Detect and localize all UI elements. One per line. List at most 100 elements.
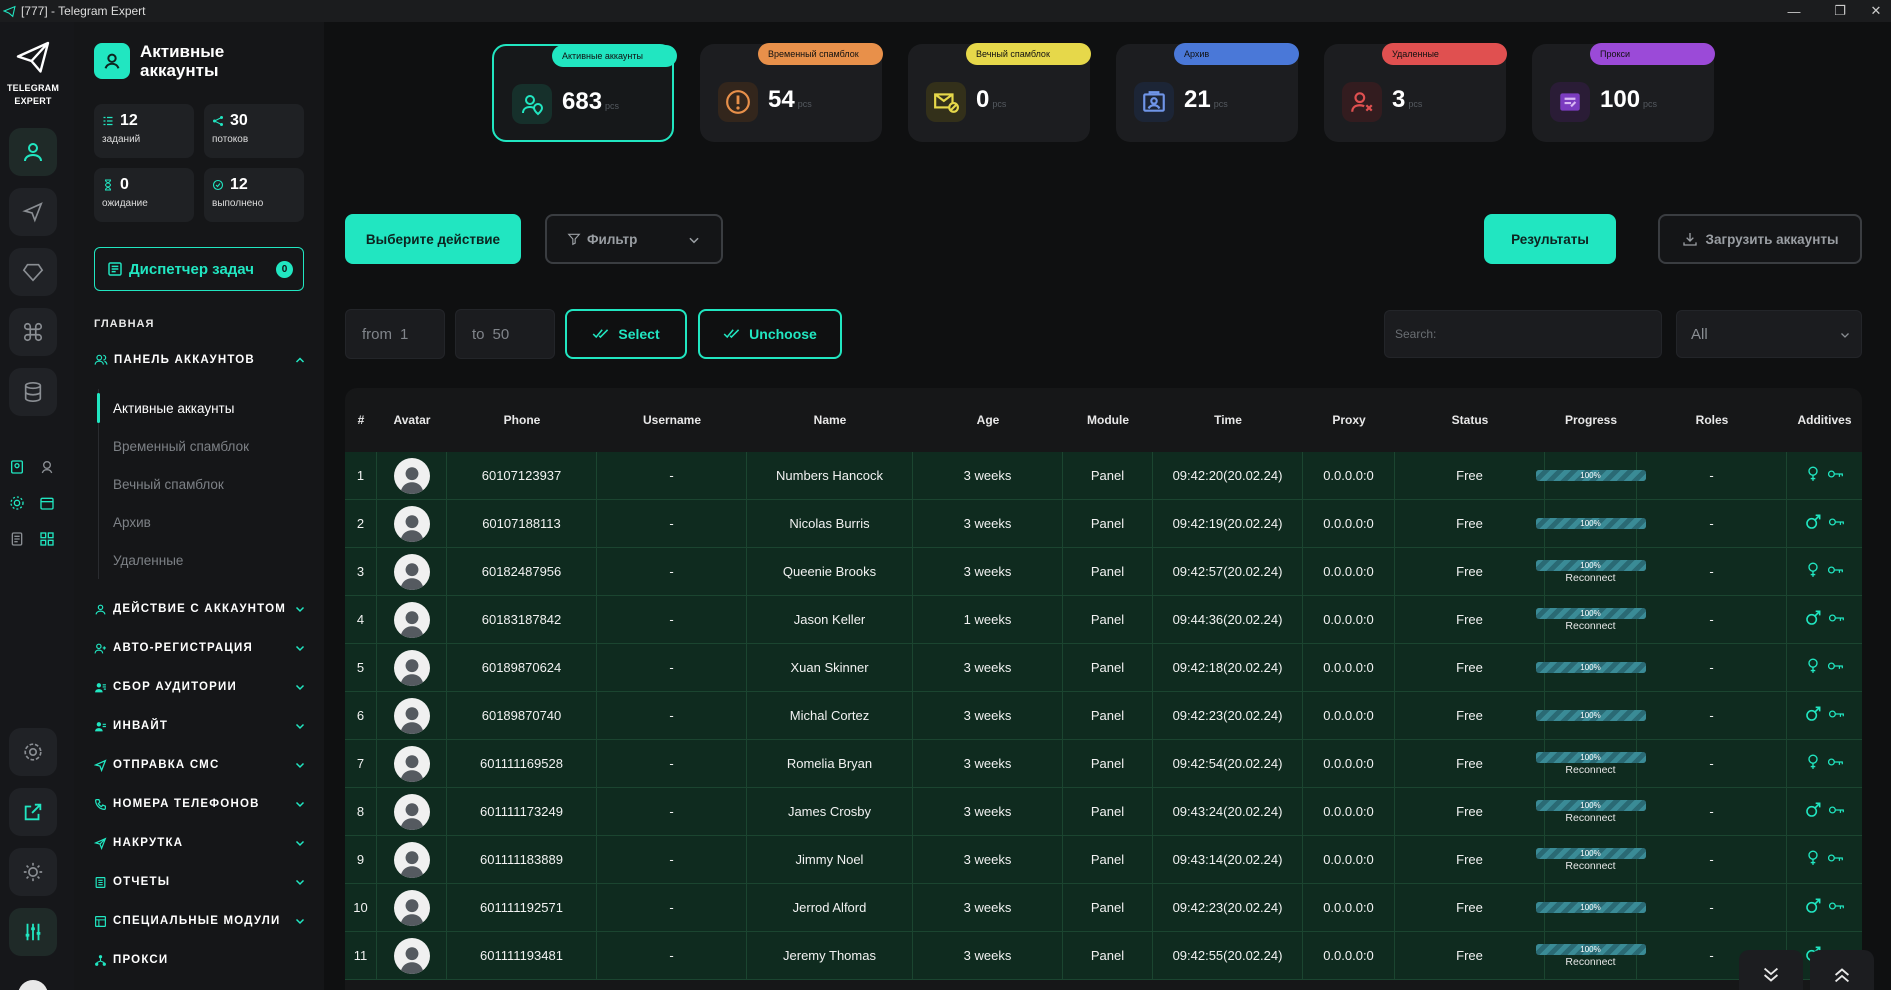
upload-accounts-button[interactable]: Загрузить аккаунты xyxy=(1658,214,1862,264)
card-proxy[interactable]: Прокси 100 pcs xyxy=(1532,43,1715,142)
header-name[interactable]: Name xyxy=(747,413,913,427)
female-icon[interactable] xyxy=(1806,850,1820,869)
results-button[interactable]: Результаты xyxy=(1484,214,1616,264)
nav-group-boost[interactable]: НАКРУТКА xyxy=(94,833,306,853)
male-icon[interactable] xyxy=(1805,514,1821,533)
minimize-button[interactable]: — xyxy=(1774,0,1814,22)
header-additives[interactable]: Additives xyxy=(1787,413,1862,427)
card-deleted[interactable]: Удаленные 3 pcs xyxy=(1324,43,1507,142)
header-username[interactable]: Username xyxy=(597,413,747,427)
header-row-number[interactable]: # xyxy=(345,413,377,427)
header-phone[interactable]: Phone xyxy=(447,413,597,427)
table-row[interactable]: 4 60183187842- Jason Keller 1 weeks Panel 09:… xyxy=(345,595,1862,644)
key-icon[interactable] xyxy=(1828,900,1845,915)
nav-group-special-modules[interactable]: СПЕЦИАЛЬНЫЕ МОДУЛИ xyxy=(94,911,306,931)
table-row[interactable]: 2 60107188113- Nicolas Burris 3 weeks Panel 0… xyxy=(345,499,1862,548)
nav-group-auto-registration[interactable]: АВТО-РЕГИСТРАЦИЯ xyxy=(94,638,306,658)
scroll-down-button[interactable] xyxy=(1739,950,1803,990)
user-avatar[interactable] xyxy=(18,980,48,990)
header-roles[interactable]: Roles xyxy=(1637,413,1787,427)
key-icon[interactable] xyxy=(1827,852,1844,867)
table-row[interactable]: 3 60182487956- Queenie Brooks 3 weeks Panel 0… xyxy=(345,547,1862,596)
nav-group-audience[interactable]: СБОР АУДИТОРИИ xyxy=(94,677,306,697)
range-from-field[interactable]: from xyxy=(345,309,445,359)
header-avatar[interactable]: Avatar xyxy=(377,413,447,427)
key-icon[interactable] xyxy=(1828,804,1845,819)
male-icon[interactable] xyxy=(1805,706,1821,725)
range-to-input[interactable] xyxy=(492,325,533,343)
unchoose-button[interactable]: Unchoose xyxy=(698,309,842,359)
card-permanent-spamblock[interactable]: Вечный спамблок 0 pcs xyxy=(908,43,1091,142)
table-row[interactable]: 1 60107123937- Numbers Hancock 3 weeks Panel… xyxy=(345,451,1862,500)
rail-send-button[interactable] xyxy=(9,188,57,236)
female-icon[interactable] xyxy=(1806,754,1820,773)
rail-settings-button[interactable] xyxy=(9,728,57,776)
rail-database-button[interactable] xyxy=(9,368,57,416)
scope-select[interactable]: All xyxy=(1676,310,1862,358)
card-active-accounts[interactable]: Активные аккаунты 683 pcs xyxy=(492,44,677,142)
subnav-temp-spamblock[interactable]: Временный спамблок xyxy=(99,427,308,465)
close-button[interactable]: ✕ xyxy=(1856,0,1891,22)
nav-group-phone-numbers[interactable]: НОМЕРА ТЕЛЕФОНОВ xyxy=(94,794,306,814)
search-input[interactable] xyxy=(1385,311,1661,357)
rail-mini-settings-button[interactable] xyxy=(6,492,28,514)
select-button[interactable]: Select xyxy=(565,309,687,359)
nav-group-proxy[interactable]: ПРОКСИ xyxy=(94,950,306,970)
rail-accounts-button[interactable] xyxy=(9,128,57,176)
male-icon[interactable] xyxy=(1805,610,1821,629)
subnav-archive[interactable]: Архив xyxy=(99,503,308,541)
rail-diamond-button[interactable] xyxy=(9,248,57,296)
header-proxy[interactable]: Proxy xyxy=(1303,413,1395,427)
key-icon[interactable] xyxy=(1828,516,1845,531)
header-module[interactable]: Module xyxy=(1063,413,1153,427)
female-icon[interactable] xyxy=(1806,562,1820,581)
table-row[interactable]: 9 601111183889- Jimmy Noel 3 weeks Panel 09:4… xyxy=(345,835,1862,884)
range-from-input[interactable] xyxy=(400,325,440,343)
subnav-permanent-spamblock[interactable]: Вечный спамблок xyxy=(99,465,308,503)
header-status[interactable]: Status xyxy=(1395,413,1545,427)
rail-mini-contacts-button[interactable] xyxy=(6,456,28,478)
female-icon[interactable] xyxy=(1806,466,1820,485)
subnav-active-accounts[interactable]: Активные аккаунты xyxy=(97,389,308,427)
scroll-up-button[interactable] xyxy=(1810,950,1874,990)
rail-mini-calendar-button[interactable] xyxy=(36,492,58,514)
rail-theme-button[interactable] xyxy=(9,848,57,896)
subnav-deleted[interactable]: Удаленные xyxy=(99,541,308,579)
nav-group-reports[interactable]: ОТЧЕТЫ xyxy=(94,872,306,892)
header-age[interactable]: Age xyxy=(913,413,1063,427)
female-icon[interactable] xyxy=(1806,658,1820,677)
table-row[interactable]: 6 60189870740- Michal Cortez 3 weeks Panel 09… xyxy=(345,691,1862,740)
table-row[interactable]: 11 601111193481- Jeremy Thomas 3 weeks Panel… xyxy=(345,931,1862,980)
key-icon[interactable] xyxy=(1828,612,1845,627)
rail-export-button[interactable] xyxy=(9,788,57,836)
choose-action-button[interactable]: Выберите действие xyxy=(345,214,521,264)
key-icon[interactable] xyxy=(1828,708,1845,723)
header-time[interactable]: Time xyxy=(1153,413,1303,427)
rail-mini-profile-button[interactable] xyxy=(36,456,58,478)
key-icon[interactable] xyxy=(1827,564,1844,579)
table-row[interactable]: 7 601111169528- Romelia Bryan 3 weeks Panel 0… xyxy=(345,739,1862,788)
nav-group-account-panel[interactable]: ПАНЕЛЬ АККАУНТОВ xyxy=(94,350,306,370)
range-to-field[interactable]: to xyxy=(455,309,555,359)
nav-group-invite[interactable]: ИНВАЙТ xyxy=(94,716,306,736)
filter-dropdown[interactable]: Фильтр xyxy=(545,214,723,264)
card-archive[interactable]: Архив 21 pcs xyxy=(1116,43,1299,142)
rail-command-button[interactable] xyxy=(9,308,57,356)
maximize-button[interactable]: ❐ xyxy=(1820,0,1860,22)
male-icon[interactable] xyxy=(1805,898,1821,917)
table-row[interactable]: 5 60189870624- Xuan Skinner 3 weeks Panel 09:… xyxy=(345,643,1862,692)
key-icon[interactable] xyxy=(1827,468,1844,483)
rail-sliders-button[interactable] xyxy=(9,908,57,956)
card-temp-spamblock[interactable]: Временный спамблок 54 pcs xyxy=(700,43,883,142)
rail-mini-notes-button[interactable] xyxy=(6,528,28,550)
key-icon[interactable] xyxy=(1827,660,1844,675)
nav-group-send-sms[interactable]: ОТПРАВКА СМС xyxy=(94,755,306,775)
key-icon[interactable] xyxy=(1827,756,1844,771)
header-progress[interactable]: Progress xyxy=(1545,413,1637,427)
rail-mini-grid-button[interactable] xyxy=(36,528,58,550)
nav-group-account-actions[interactable]: ДЕЙСТВИЕ С АККАУНТОМ xyxy=(94,599,306,619)
table-row[interactable]: 8 601111173249- James Crosby 3 weeks Panel 09… xyxy=(345,787,1862,836)
task-dispatcher-button[interactable]: Диспетчер задач 0 xyxy=(94,247,304,291)
male-icon[interactable] xyxy=(1805,802,1821,821)
table-row[interactable]: 10 601111192571- Jerrod Alford 3 weeks Panel… xyxy=(345,883,1862,932)
